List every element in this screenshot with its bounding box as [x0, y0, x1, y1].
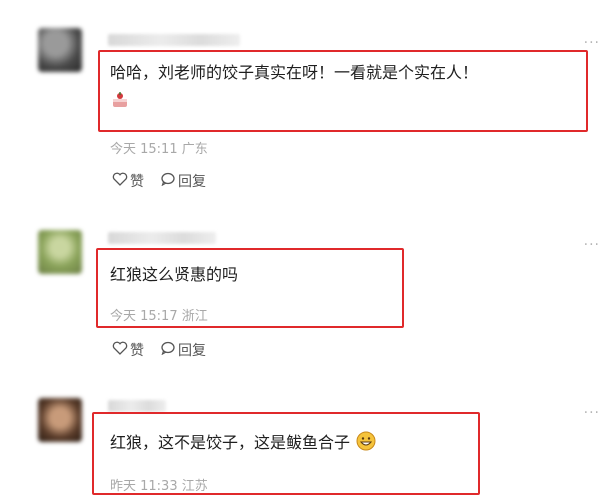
username-blurred[interactable]: [108, 400, 166, 412]
comment-body: 红狼，这不是饺子，这是鲅鱼合子: [110, 433, 351, 452]
avatar[interactable]: [38, 398, 82, 442]
comment-text: 红狼，这不是饺子，这是鲅鱼合子: [110, 430, 376, 459]
grin-emoji-icon: [356, 431, 376, 459]
comment-location: 江苏: [181, 479, 208, 494]
comment-meta: 昨天 11:33 江苏: [110, 475, 208, 494]
comment-time: 昨天 11:33: [110, 479, 178, 494]
more-options-icon[interactable]: ···: [584, 406, 600, 420]
comment-item: ··· 红狼，这不是饺子，这是鲅鱼合子 昨天 11:33 江苏: [0, 0, 606, 495]
